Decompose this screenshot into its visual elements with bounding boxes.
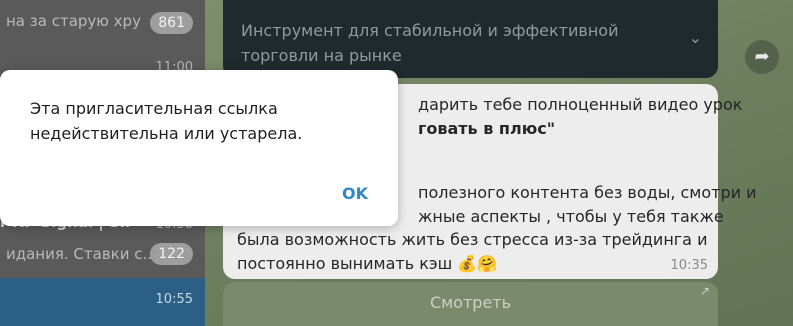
chat-list-item[interactable]: на за старую хру 861 11:00 xyxy=(0,0,205,78)
post-preview-card[interactable]: Инструмент для стабильной и эффективной … xyxy=(223,0,718,78)
external-link-icon: ↗ xyxy=(699,284,710,298)
message-line: дарить тебе полноценный видео урок xyxy=(418,95,743,114)
message-time: 10:35 xyxy=(670,258,708,273)
invite-link-error-dialog: Эта пригласительная ссылка недействитель… xyxy=(0,70,398,226)
chevron-down-icon[interactable]: ⌄ xyxy=(689,28,702,47)
ok-button[interactable]: OK xyxy=(342,184,368,203)
dialog-message: Эта пригласительная ссылка недействитель… xyxy=(30,99,303,143)
chat-list-item-selected[interactable]: 10:55 xyxy=(0,278,205,326)
chat-preview: идания. Ставки с... xyxy=(6,245,157,263)
chat-preview: на за старую хру xyxy=(6,12,141,30)
chat-time: 10:55 xyxy=(155,292,193,307)
unread-badge: 861 xyxy=(150,12,193,34)
message-line: жные аспекты , чтобы у тебя также xyxy=(418,207,724,226)
unread-badge: 122 xyxy=(150,243,193,265)
message-line: постоянно вынимать кэш 💰🤗 xyxy=(237,254,498,273)
watch-button[interactable]: Смотреть ↗ xyxy=(223,282,718,326)
forward-icon[interactable]: ➦ xyxy=(745,40,779,74)
message-line: полезного контента без воды, смотри и xyxy=(418,183,757,202)
post-preview-text: Инструмент для стабильной и эффективной … xyxy=(241,21,619,65)
message-line: была возможность жить без стресса из-за … xyxy=(237,230,708,249)
message-line: говать в плюс" xyxy=(418,119,556,138)
watch-button-label: Смотреть xyxy=(429,293,512,312)
